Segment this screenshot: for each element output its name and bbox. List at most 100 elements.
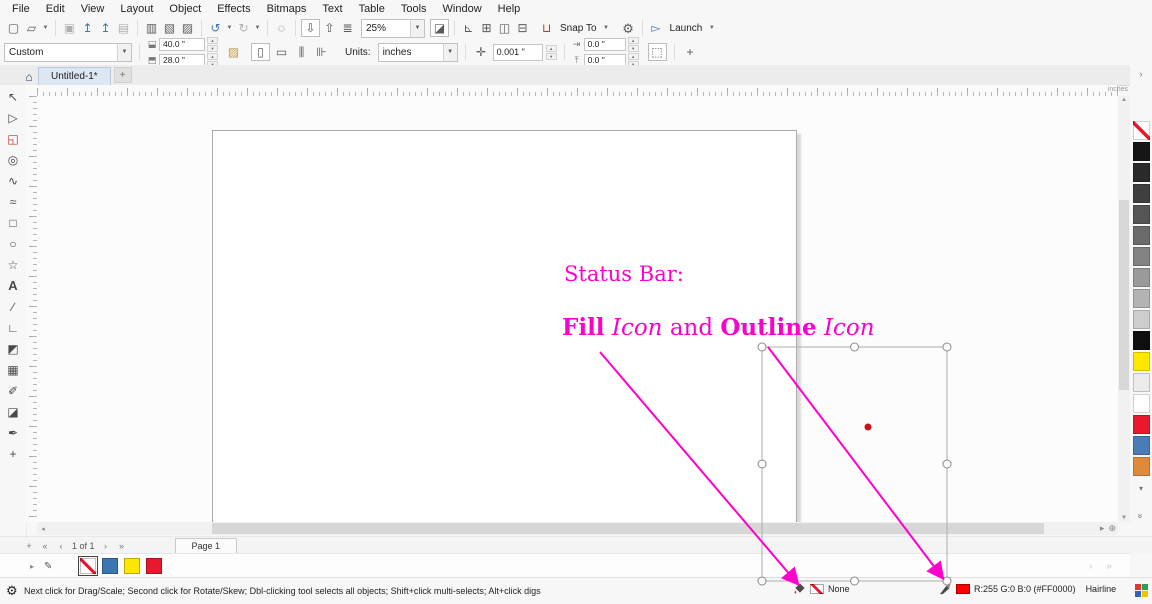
save-icon[interactable]: ▣ [61,19,78,37]
zoom-tool[interactable]: ◎ [2,149,24,170]
nudge-field[interactable]: 0.001 " [493,44,543,61]
page-preset-combo[interactable]: Custom ▼ [4,43,132,62]
publish-pdf-icon[interactable]: ⇧ [321,19,338,37]
show-guidelines-icon[interactable]: ◫ [496,19,513,37]
mesh-fill-tool[interactable]: ▦ [2,359,24,380]
landscape-icon[interactable]: ▭ [273,43,290,61]
zoom-fit-icon[interactable]: ⊕ [1108,523,1116,534]
nudge-stepper[interactable]: ▲▼ [546,45,557,60]
polygon-tool[interactable]: ☆ [2,254,24,275]
launch-caret-icon[interactable]: ▼ [707,25,716,31]
new-tab-button[interactable]: + [114,67,132,83]
menu-bitmaps[interactable]: Bitmaps [259,2,315,16]
scroll-left-icon[interactable]: ◂ [37,525,49,533]
doc-swatch[interactable] [146,558,162,574]
outline-pen-tool[interactable]: ✒ [2,422,24,443]
snap-magnet-icon[interactable]: ⊔ [538,19,555,37]
zoom-combo-caret-icon[interactable]: ▼ [410,20,424,37]
horizontal-scrollbar[interactable]: ◂ ▸ ⊕ [37,522,1118,535]
menu-table[interactable]: Table [351,2,393,16]
show-grid-icon[interactable]: ⊞ [478,19,495,37]
doc-palette-expand-icon[interactable]: » [1106,561,1112,572]
more-tools-button[interactable]: + [2,443,24,464]
menu-edit[interactable]: Edit [38,2,73,16]
status-fill-indicator[interactable]: None [793,582,850,595]
page-sorter-icon[interactable]: ≣ [339,19,356,37]
propbar-add-icon[interactable]: + [682,43,699,61]
menu-window[interactable]: Window [435,2,490,16]
palette-swatch[interactable] [1133,289,1150,308]
show-rulers-icon[interactable]: ⊾ [460,19,477,37]
palette-flyout-icon[interactable]: › [1140,65,1143,83]
vertical-scroll-thumb[interactable] [1119,200,1129,390]
new-document-icon[interactable]: ▢ [5,19,22,37]
prev-page-icon[interactable]: ‹ [56,541,66,551]
page-preset-caret-icon[interactable]: ▼ [117,44,131,61]
palette-swatch[interactable] [1133,352,1150,371]
drawing-canvas[interactable] [37,96,1118,522]
duplicate-x-field[interactable]: 0.0 " [584,38,626,51]
palette-swatch[interactable] [1133,163,1150,182]
scroll-down-icon[interactable]: ▼ [1118,515,1130,521]
doc-swatch-none[interactable] [80,558,96,574]
menu-text[interactable]: Text [314,2,350,16]
current-page-icon[interactable]: ⊪ [313,43,330,61]
document-page[interactable] [212,130,797,522]
page-width-field[interactable]: 40.0 " [159,38,205,51]
next-page-icon[interactable]: › [101,541,111,551]
interactive-fill-tool[interactable]: ◩ [2,338,24,359]
menu-effects[interactable]: Effects [209,2,258,16]
shape-tool[interactable]: ▷ [2,107,24,128]
all-pages-icon[interactable]: ⫼ [293,43,310,61]
pan-icon[interactable]: ◪ [430,19,449,37]
palette-swatch[interactable] [1133,184,1150,203]
open-icon[interactable]: ▱ [23,19,40,37]
palette-swatch[interactable] [1133,310,1150,329]
palette-swatch[interactable] [1133,268,1150,287]
document-palette-eyedropper-icon[interactable]: ✎ [44,561,52,572]
options-gear-icon[interactable]: ⚙ [620,19,637,37]
autofit-page-icon[interactable]: ▨ [225,43,242,61]
zoom-level-combo[interactable]: 25% ▼ [361,19,425,38]
treat-as-filled-icon[interactable]: ⬚ [648,43,667,61]
menu-object[interactable]: Object [161,2,209,16]
menu-help[interactable]: Help [490,2,529,16]
search-icon[interactable]: ◌ [273,19,290,37]
doc-swatch[interactable] [102,558,118,574]
freehand-tool[interactable]: ∿ [2,170,24,191]
palette-swatch[interactable] [1133,394,1150,413]
add-page-button[interactable]: + [24,541,34,551]
import-box-icon[interactable]: ⇩ [301,19,320,37]
menu-view[interactable]: View [73,2,113,16]
palette-swatch-none[interactable] [1133,121,1150,140]
launch-label[interactable]: Launch [666,23,707,34]
status-outline-indicator[interactable]: R:255 G:0 B:0 (#FF0000) Hairline [939,582,1116,595]
palette-scroll-down-icon[interactable]: ▾ [1139,484,1143,493]
ellipse-tool[interactable]: ○ [2,233,24,254]
scroll-right-icon[interactable]: ▸ [1100,523,1105,534]
text-tool[interactable]: A [2,275,24,296]
palette-swatch[interactable] [1133,226,1150,245]
undo-icon[interactable]: ↺ [207,19,224,37]
palette-swatch[interactable] [1133,373,1150,392]
palette-swatch[interactable] [1133,205,1150,224]
horizontal-scroll-thumb[interactable] [212,523,1044,534]
redo-icon[interactable]: ↻ [235,19,252,37]
document-palette-expander-icon[interactable]: ▸ [30,562,34,571]
undo-caret-icon[interactable]: ▼ [225,25,234,31]
smart-fill-tool[interactable]: ◪ [2,401,24,422]
open-caret-icon[interactable]: ▼ [41,25,50,31]
crop-tool[interactable]: ◱ [2,128,24,149]
palette-swatch[interactable] [1133,247,1150,266]
page-width-stepper[interactable]: ▲▼ [207,37,218,52]
vertical-scrollbar[interactable]: ▲ ▼ [1118,96,1130,522]
palette-expand-icon[interactable]: » [1136,513,1146,518]
dimension-tool[interactable]: ∕ [2,296,24,317]
snap-page-icon[interactable]: ⊟ [514,19,531,37]
redo-caret-icon[interactable]: ▼ [253,25,262,31]
palette-swatch[interactable] [1133,331,1150,350]
eyedropper-tool[interactable]: ✐ [2,380,24,401]
scroll-up-icon[interactable]: ▲ [1118,97,1130,103]
last-page-icon[interactable]: » [117,541,127,551]
cut-icon[interactable]: ▥ [143,19,160,37]
